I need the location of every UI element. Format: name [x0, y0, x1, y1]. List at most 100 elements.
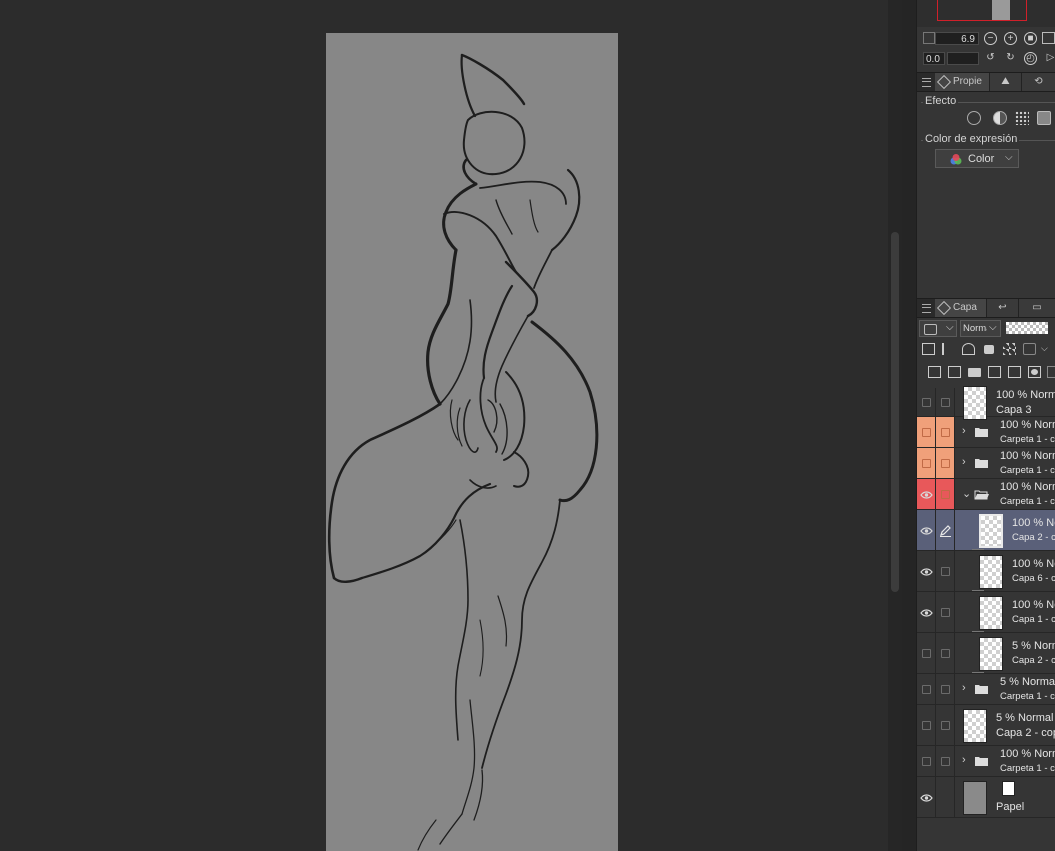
duplicate-layer-icon[interactable]	[988, 366, 1001, 378]
eye-icon	[920, 609, 933, 617]
layer-row[interactable]: 100 % Normal Capa 3	[917, 386, 1055, 420]
chevron-right-icon[interactable]: ›	[962, 682, 966, 694]
navigator-view-frame[interactable]	[937, 0, 1027, 21]
tab-brush-size[interactable]: ⛰	[990, 73, 1022, 91]
lock-icon[interactable]	[984, 345, 994, 354]
visibility-toggle[interactable]	[917, 448, 936, 478]
layer-color-effect-icon[interactable]	[1037, 111, 1051, 125]
mask-icon[interactable]	[1023, 343, 1036, 355]
more-options-icon[interactable]: ⌵	[1041, 343, 1054, 355]
edit-lock-toggle[interactable]	[936, 448, 955, 478]
layer-row[interactable]: 5 % Normal Capa 2 - copia	[917, 705, 1055, 746]
layer-mask-icon[interactable]	[1028, 366, 1041, 378]
new-raster-layer-icon[interactable]	[928, 366, 941, 378]
visibility-toggle[interactable]	[917, 551, 936, 591]
reset-zoom-icon[interactable]	[1042, 32, 1055, 44]
lock-transparency-icon[interactable]	[1003, 343, 1016, 355]
layer-name: Capa 3	[996, 404, 1032, 416]
edit-lock-toggle[interactable]	[936, 388, 955, 416]
visibility-toggle[interactable]	[917, 417, 936, 447]
lighthouse-icon[interactable]	[942, 343, 955, 355]
zoom-field[interactable]: 6.9	[935, 32, 979, 45]
flip-horizontal-icon[interactable]: ▷	[1044, 52, 1055, 65]
chevron-right-icon[interactable]: ›	[962, 754, 966, 766]
indent-guide	[972, 631, 984, 632]
tab-auto-action[interactable]: ▭	[1019, 299, 1055, 317]
layer-row[interactable]: 100 % Normal Capa 1 - copia	[917, 592, 1055, 633]
edit-lock-toggle[interactable]	[936, 510, 955, 550]
scrollbar-thumb[interactable]	[891, 232, 899, 592]
layer-type-dropdown[interactable]: ⌵	[919, 320, 957, 337]
layer-list[interactable]: 100 % Normal Capa 3 › 100 % Normal Carpeta 1…	[917, 386, 1055, 828]
new-vector-layer-icon[interactable]	[948, 366, 961, 378]
visibility-toggle[interactable]	[917, 705, 936, 745]
edit-lock-toggle[interactable]	[936, 417, 955, 447]
chevron-right-icon[interactable]: ›	[962, 456, 966, 468]
expression-color-value: Color	[968, 153, 995, 165]
tab-history[interactable]: ↩	[987, 299, 1019, 317]
delete-layer-icon[interactable]	[1047, 366, 1055, 378]
tone-effect-icon[interactable]	[1015, 111, 1029, 125]
visibility-toggle[interactable]	[917, 592, 936, 632]
edit-lock-toggle[interactable]	[936, 746, 955, 776]
lock-checkbox-icon	[941, 608, 950, 617]
extract-line-icon[interactable]	[993, 111, 1007, 125]
layer-folder-row[interactable]: › 100 % Normal Carpeta 1 - copia	[917, 417, 1055, 448]
layer-folder-row[interactable]: › 100 % Normal Carpeta 1 - copia	[917, 746, 1055, 777]
visibility-toggle[interactable]	[917, 479, 936, 509]
edit-lock-toggle[interactable]	[936, 633, 955, 673]
expression-color-dropdown[interactable]: Color ⌵	[935, 149, 1019, 168]
opacity-slider[interactable]	[1006, 322, 1048, 334]
layer-folder-row[interactable]: ⌄ 100 % Normal Carpeta 1 - copia	[917, 479, 1055, 510]
rotation-field[interactable]: 0.0	[923, 52, 945, 65]
zoom-in-button[interactable]: +	[1004, 32, 1017, 45]
visibility-toggle[interactable]	[917, 633, 936, 673]
chevron-right-icon[interactable]: ›	[962, 425, 966, 437]
layer-opacity-mode: 100 % Normal	[1012, 558, 1055, 570]
blend-mode-dropdown[interactable]: Normal ⌵	[960, 320, 1001, 337]
rotate-right-icon[interactable]: ↻	[1004, 52, 1017, 65]
edit-lock-toggle[interactable]	[936, 777, 955, 817]
visibility-toggle[interactable]	[917, 388, 936, 416]
edit-lock-toggle[interactable]	[936, 479, 955, 509]
rotation-row: 0.0 ↺ ↻ ◴ ▷	[917, 51, 1055, 67]
rotation-slider[interactable]	[947, 52, 979, 65]
visibility-toggle[interactable]	[917, 510, 936, 550]
zoom-slider-icon[interactable]	[923, 32, 935, 44]
tab-layer-property[interactable]: ⟲	[1022, 73, 1055, 91]
new-folder-icon[interactable]	[968, 368, 981, 377]
layer-row[interactable]: 100 % Normal Capa 2 - copia	[917, 510, 1055, 551]
edit-lock-toggle[interactable]	[936, 705, 955, 745]
panel-menu-icon[interactable]	[922, 78, 931, 87]
canvas-vertical-scrollbar[interactable]	[888, 0, 902, 851]
tab-properties[interactable]: Propie	[935, 73, 990, 91]
paper-layer-row[interactable]: Papel	[917, 777, 1055, 818]
edit-lock-toggle[interactable]	[936, 674, 955, 704]
layer-row[interactable]: 5 % Normal Capa 2 - copia	[917, 633, 1055, 674]
tab-layer[interactable]: Capa	[935, 299, 987, 317]
canvas-area[interactable]	[0, 0, 888, 851]
layer-folder-row[interactable]: › 5 % Normal Carpeta 1 - copia	[917, 674, 1055, 705]
drawing-paper[interactable]	[326, 33, 618, 851]
border-effect-icon[interactable]	[967, 111, 981, 125]
edit-lock-toggle[interactable]	[936, 592, 955, 632]
layer-folder-row[interactable]: › 100 % Normal Carpeta 1 - copia	[917, 448, 1055, 479]
reference-layer-icon[interactable]	[922, 343, 935, 355]
visibility-toggle[interactable]	[917, 674, 936, 704]
visibility-toggle[interactable]	[917, 746, 936, 776]
visibility-toggle[interactable]	[917, 777, 936, 817]
edit-lock-toggle[interactable]	[936, 551, 955, 591]
layer-row[interactable]: 100 % Normal Capa 6 - copia	[917, 551, 1055, 592]
hidden-checkbox-icon	[922, 428, 931, 437]
layer-panel-menu-icon[interactable]	[922, 304, 931, 313]
chevron-down-icon[interactable]: ⌄	[962, 487, 971, 500]
zoom-out-button[interactable]: −	[984, 32, 997, 45]
reset-rotation-icon[interactable]: ◴	[1024, 52, 1037, 65]
fit-view-button[interactable]: ■	[1024, 32, 1037, 45]
hidden-checkbox-icon	[922, 757, 931, 766]
layer-name: Carpeta 1 - copia	[1000, 763, 1055, 774]
navigator-preview[interactable]	[917, 0, 1055, 27]
clip-layer-icon[interactable]	[962, 343, 975, 355]
merge-down-icon[interactable]	[1008, 366, 1021, 378]
rotate-left-icon[interactable]: ↺	[984, 52, 997, 65]
